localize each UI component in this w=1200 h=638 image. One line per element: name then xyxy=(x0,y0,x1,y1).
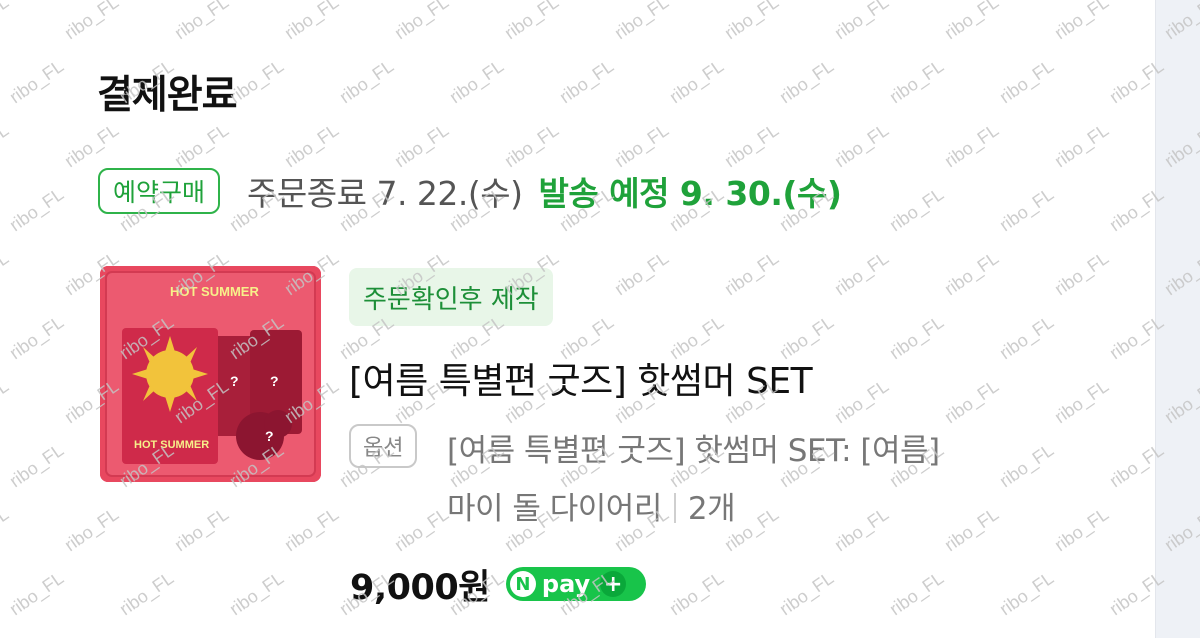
option-line-2-row: 마이 돌 다이어리 2개 xyxy=(447,480,1127,538)
price: 9,000원 xyxy=(350,567,490,608)
order-status-row: 예약구매 주문종료 7. 22.(수) 발송 예정 9. 30.(수) xyxy=(98,165,842,217)
option-line-2: 마이 돌 다이어리 xyxy=(447,491,662,527)
order-end-date: 주문종료 7. 22.(수) xyxy=(247,174,523,213)
preorder-badge: 예약구매 xyxy=(98,168,221,214)
image-top-text: HOT SUMMER xyxy=(170,284,259,299)
product-thumbnail[interactable]: HOT SUMMER HOT SUMMER ? ? ? xyxy=(100,266,321,482)
ship-date: 발송 예정 9. 30.(수) xyxy=(538,174,842,213)
quantity-divider xyxy=(673,493,676,523)
npay-n-icon: N xyxy=(509,571,536,597)
price-row: 9,000원 N pay + xyxy=(350,558,646,610)
svg-text:?: ? xyxy=(230,373,239,389)
order-card: 결제완료 예약구매 주문종료 7. 22.(수) 발송 예정 9. 30.(수)… xyxy=(0,0,1155,638)
npay-plus-badge: N pay + xyxy=(505,567,646,601)
svg-text:?: ? xyxy=(265,428,274,444)
made-to-order-badge: 주문확인후 제작 xyxy=(349,268,553,326)
option-text: [여름 특별편 굿즈] 핫썸머 SET: [여름] 마이 돌 다이어리 2개 xyxy=(447,422,1127,538)
image-bottom-text: HOT SUMMER xyxy=(134,439,209,451)
quantity: 2개 xyxy=(687,491,736,527)
npay-label: pay xyxy=(541,570,591,598)
option-line-1: [여름 특별편 굿즈] 핫썸머 SET: [여름] xyxy=(447,433,940,469)
page-title: 결제완료 xyxy=(97,73,238,118)
option-badge: 옵션 xyxy=(349,424,418,468)
right-panel-edge xyxy=(1155,0,1200,638)
plus-icon: + xyxy=(600,571,627,597)
svg-text:?: ? xyxy=(270,373,279,389)
product-name[interactable]: [여름 특별편 굿즈] 핫썸머 SET xyxy=(349,352,813,404)
